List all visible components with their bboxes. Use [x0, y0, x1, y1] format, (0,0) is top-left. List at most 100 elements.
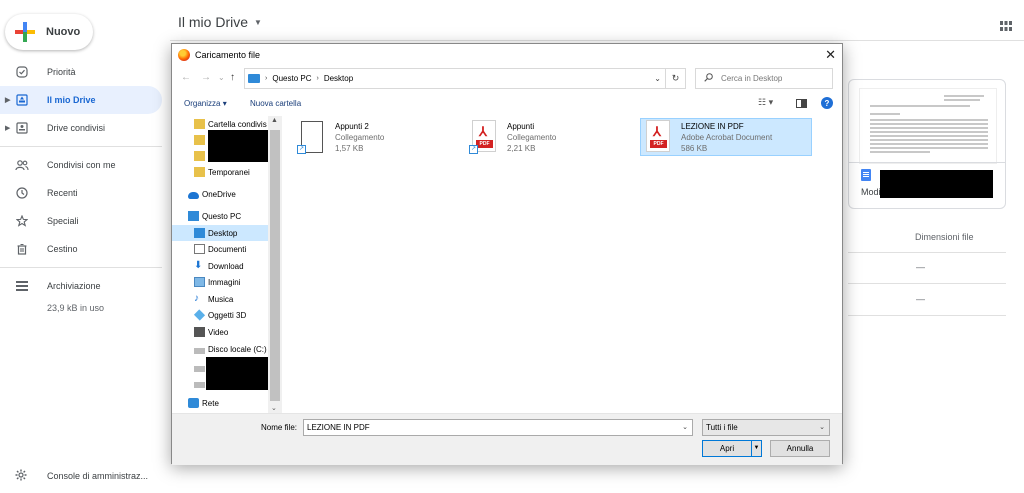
tree-item-this-pc[interactable]: Questo PC	[172, 208, 268, 224]
sidebar-item-label: Speciali	[47, 216, 79, 226]
shortcut-arrow-icon: ↗	[469, 145, 478, 154]
refresh-icon: ↻	[671, 73, 680, 83]
preview-pane-icon[interactable]	[796, 99, 807, 108]
admin-console-label: Console di amministraz...	[47, 471, 149, 481]
chevron-down-icon[interactable]: ⌄	[654, 74, 661, 83]
scrollbar-thumb[interactable]	[270, 130, 280, 401]
star-icon	[15, 214, 29, 228]
file-upload-dialog: Caricamento file ✕ ← → ⌄ ↑ › Questo PC ›…	[171, 43, 843, 465]
divider	[170, 40, 1024, 41]
tree-item-3d-objects[interactable]: Oggetti 3D	[172, 307, 268, 323]
sidebar-item-my-drive[interactable]: ▶ Il mio Drive	[0, 86, 162, 114]
tree-item-label: Desktop	[208, 228, 238, 238]
sidebar-item-trash[interactable]: Cestino	[0, 235, 162, 263]
chevron-down-icon[interactable]: ⌄	[682, 420, 688, 435]
tree-item-label: Questo PC	[202, 211, 242, 221]
tree-item[interactable]: Temporanei	[172, 164, 268, 180]
breadcrumb-item[interactable]: Questo PC	[272, 74, 311, 83]
admin-console-link[interactable]: Console di amministraz...	[0, 466, 170, 486]
divider	[0, 267, 162, 268]
tree-item-desktop[interactable]: Desktop	[172, 225, 268, 241]
organize-menu[interactable]: Organizza ▾	[184, 99, 227, 108]
file-size: 2,21 KB	[507, 144, 536, 153]
network-icon	[188, 398, 199, 408]
breadcrumb-separator-icon: ›	[316, 75, 319, 82]
tree-item-label: Oggetti 3D	[208, 310, 247, 320]
dialog-title: Caricamento file	[195, 50, 261, 60]
file-name: Appunti 2	[335, 122, 369, 131]
tree-item-music[interactable]: ♪ Musica	[172, 291, 268, 307]
up-arrow-icon[interactable]: ↑	[230, 72, 235, 83]
file-name-value: LEZIONE IN PDF	[307, 423, 370, 432]
view-options-icon[interactable]: ☷ ▾	[758, 97, 773, 108]
tree-item-pictures[interactable]: Immagini	[172, 274, 268, 290]
file-name-input[interactable]: LEZIONE IN PDF ⌄	[303, 419, 693, 436]
close-icon[interactable]: ✕	[825, 47, 836, 63]
chevron-down-icon[interactable]: ⌄	[271, 404, 277, 412]
chevron-up-icon[interactable]: ▲	[271, 117, 278, 124]
cancel-button[interactable]: Annulla	[770, 440, 830, 457]
file-item-selected[interactable]: ⅄ PDF LEZIONE IN PDF Adobe Acrobat Docume…	[640, 118, 812, 156]
file-item[interactable]: ↗ Appunti 2 Collegamento 1,57 KB	[295, 119, 467, 157]
sidebar-item-recent[interactable]: Recenti	[0, 179, 162, 207]
help-icon[interactable]: ?	[821, 97, 833, 109]
file-size-cell: —	[916, 294, 925, 304]
tree-item-downloads[interactable]: ⬇ Download	[172, 258, 268, 274]
shortcut-arrow-icon: ↗	[297, 145, 306, 154]
shortcut-folder-icon	[194, 119, 205, 129]
chevron-down-icon: ⌄	[819, 424, 825, 431]
sidebar-item-storage[interactable]: Archiviazione	[0, 272, 162, 300]
pictures-icon	[194, 277, 205, 287]
file-type-filter[interactable]: Tutti i file ⌄	[702, 419, 830, 436]
pdf-icon: ⅄ PDF	[646, 120, 670, 152]
file-type: Adobe Acrobat Document	[681, 133, 773, 142]
screen: Nuovo Il mio Drive ▼ Priorità ▶ Il mio D…	[0, 0, 1024, 493]
firefox-icon	[178, 49, 190, 61]
grid-view-icon[interactable]	[1000, 18, 1012, 36]
caret-right-icon[interactable]: ▶	[5, 96, 10, 104]
sidebar: Priorità ▶ Il mio Drive ▶ Drive condivis…	[0, 58, 162, 300]
tree-scrollbar[interactable]: ▲ ⌄	[268, 116, 282, 413]
chevron-down-icon: ▼	[254, 17, 262, 27]
refresh-button[interactable]: ↻	[666, 68, 686, 89]
documents-icon	[194, 244, 205, 254]
tree-item-local-disk[interactable]: Disco locale (C:)	[172, 341, 268, 357]
tree-item-network[interactable]: Rete	[172, 395, 268, 411]
tree-item-label: Disco locale (C:)	[208, 344, 267, 354]
new-button-label: Nuovo	[46, 26, 81, 38]
tree-item-label: Video	[208, 327, 229, 337]
tree-item-label: Cartella condivis	[208, 119, 267, 129]
search-input[interactable]: Cerca in Desktop	[695, 68, 833, 89]
address-bar[interactable]: › Questo PC › Desktop ⌄	[244, 68, 666, 89]
navigation-tree: Cartella condivis Temporanei OneDrive Qu…	[172, 116, 282, 413]
new-button[interactable]: Nuovo	[5, 14, 93, 50]
sidebar-item-shared-with-me[interactable]: Condivisi con me	[0, 151, 162, 179]
new-folder-button[interactable]: Nuova cartella	[250, 99, 301, 108]
back-arrow-icon[interactable]: ←	[181, 72, 191, 83]
chevron-down-icon[interactable]: ⌄	[218, 73, 225, 82]
tree-item-onedrive[interactable]: OneDrive	[172, 186, 268, 202]
forward-arrow-icon[interactable]: →	[201, 72, 211, 83]
breadcrumb-item[interactable]: Desktop	[324, 74, 353, 83]
sidebar-item-priority[interactable]: Priorità	[0, 58, 162, 86]
dialog-title-bar[interactable]: Caricamento file ✕	[172, 44, 842, 66]
tree-item-documents[interactable]: Documenti	[172, 241, 268, 257]
organize-label: Organizza	[184, 99, 221, 108]
file-item[interactable]: ⅄ PDF ↗ Appunti Collegamento 2,21 KB	[467, 119, 639, 157]
tree-item-video[interactable]: Video	[172, 324, 268, 340]
open-options-arrow-icon[interactable]: ▼	[751, 441, 761, 456]
column-header-file-size[interactable]: Dimensioni file	[915, 232, 974, 242]
file-name: LEZIONE IN PDF	[681, 122, 744, 131]
sidebar-item-shared-drives[interactable]: ▶ Drive condivisi	[0, 114, 162, 142]
redacted-area	[206, 357, 268, 390]
drive-title[interactable]: Il mio Drive ▼	[178, 14, 262, 30]
tree-item-label: Download	[208, 261, 244, 271]
filter-value: Tutti i file	[706, 423, 738, 432]
file-preview-card[interactable]: Modi	[848, 79, 1006, 209]
sidebar-item-label: Il mio Drive	[47, 95, 96, 105]
caret-right-icon[interactable]: ▶	[5, 124, 10, 132]
sidebar-item-starred[interactable]: Speciali	[0, 207, 162, 235]
shortcut-folder-icon	[194, 151, 205, 161]
drive-icon	[194, 347, 205, 354]
open-button[interactable]: Apri ▼	[702, 440, 762, 457]
